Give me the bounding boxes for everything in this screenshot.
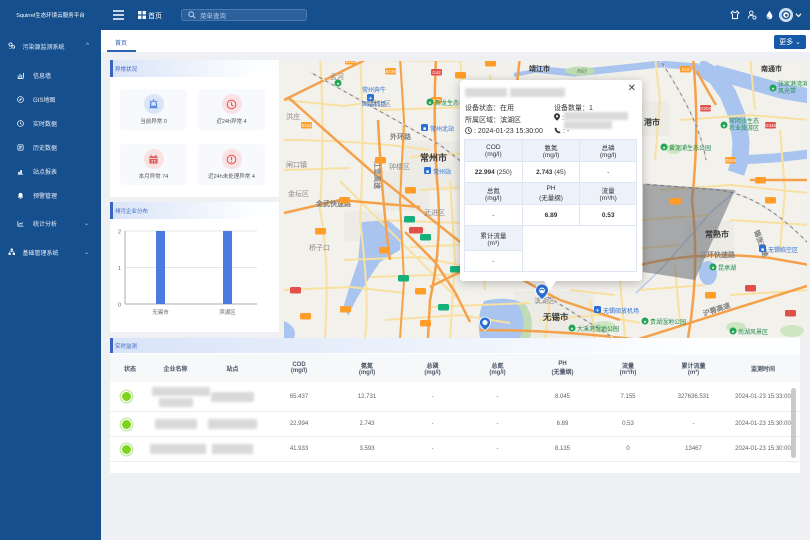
svg-text:S122: S122 (345, 61, 356, 64)
svg-text:常州站: 常州站 (433, 168, 451, 176)
svg-text:■: ■ (761, 247, 764, 253)
svg-text:■: ■ (423, 126, 426, 132)
svg-text:大溪港湿地公园: 大溪港湿地公园 (577, 325, 619, 333)
svg-text:1: 1 (118, 266, 121, 272)
svg-text:风光带: 风光带 (778, 87, 796, 95)
svg-text:黄泥浦生态公园: 黄泥浦生态公园 (669, 144, 711, 152)
svg-text:洪庄: 洪庄 (286, 112, 300, 121)
svg-text:钟楼区: 钟楼区 (389, 162, 410, 171)
svg-text:★: ★ (662, 145, 666, 150)
svg-text:★: ★ (643, 319, 647, 324)
svg-text:常熟市: 常熟市 (705, 229, 729, 239)
svg-text:★: ★ (731, 329, 735, 334)
svg-text:✈: ✈ (595, 308, 599, 314)
svg-text:滨湖区: 滨湖区 (219, 308, 236, 316)
svg-text:★: ★ (570, 326, 574, 331)
svg-text:三环快速路: 三环快速路 (700, 250, 736, 259)
svg-text:常州北站: 常州北站 (430, 125, 454, 133)
svg-text:G346: G346 (765, 123, 777, 128)
svg-text:桥子口: 桥子口 (309, 243, 330, 252)
svg-text:G524: G524 (725, 158, 737, 163)
svg-text:常州市: 常州市 (420, 152, 447, 163)
svg-text:无锡硕放机场: 无锡硕放机场 (603, 307, 639, 315)
svg-text:★: ★ (722, 123, 726, 128)
svg-text:★: ★ (711, 265, 715, 270)
svg-text:外环路: 外环路 (390, 132, 412, 141)
svg-text:S19: S19 (681, 67, 690, 72)
svg-text:无锡市: 无锡市 (542, 312, 569, 322)
svg-text:S232: S232 (301, 123, 312, 128)
svg-text:靖江市: 靖江市 (529, 64, 550, 73)
svg-text:闸口镇: 闸口镇 (286, 160, 307, 169)
svg-text:尚湖风景区: 尚湖风景区 (738, 328, 768, 336)
svg-text:S238: S238 (385, 69, 396, 74)
svg-text:★: ★ (428, 100, 432, 105)
svg-text:江宜高速: 江宜高速 (373, 161, 382, 189)
svg-text:贵湖湿地公园: 贵湖湿地公园 (650, 318, 686, 326)
svg-text:无锡临空区: 无锡临空区 (768, 246, 798, 254)
svg-text:昆承湖: 昆承湖 (718, 264, 736, 272)
svg-text:无锡市: 无锡市 (152, 308, 169, 316)
svg-text:农业旅游区: 农业旅游区 (729, 124, 759, 132)
svg-text:G42: G42 (432, 70, 441, 75)
svg-text:■: ■ (426, 169, 429, 175)
svg-text:★: ★ (771, 86, 775, 91)
svg-text:2: 2 (118, 230, 121, 236)
svg-text:G204: G204 (700, 106, 712, 111)
svg-text:★: ★ (336, 81, 340, 86)
svg-text:武进区: 武进区 (424, 208, 445, 217)
svg-text:国际机场: 国际机场 (362, 100, 386, 108)
svg-text:0: 0 (118, 303, 121, 309)
svg-text:港市: 港市 (644, 117, 660, 127)
svg-text:西砂: 西砂 (577, 68, 587, 75)
svg-text:金坛区: 金坛区 (288, 189, 309, 198)
svg-text:南通市: 南通市 (761, 64, 782, 73)
svg-text:常州奔牛: 常州奔牛 (362, 86, 386, 94)
svg-text:张家港湾滨江: 张家港湾滨江 (778, 80, 807, 88)
svg-text:常阴沙生态: 常阴沙生态 (729, 117, 759, 125)
